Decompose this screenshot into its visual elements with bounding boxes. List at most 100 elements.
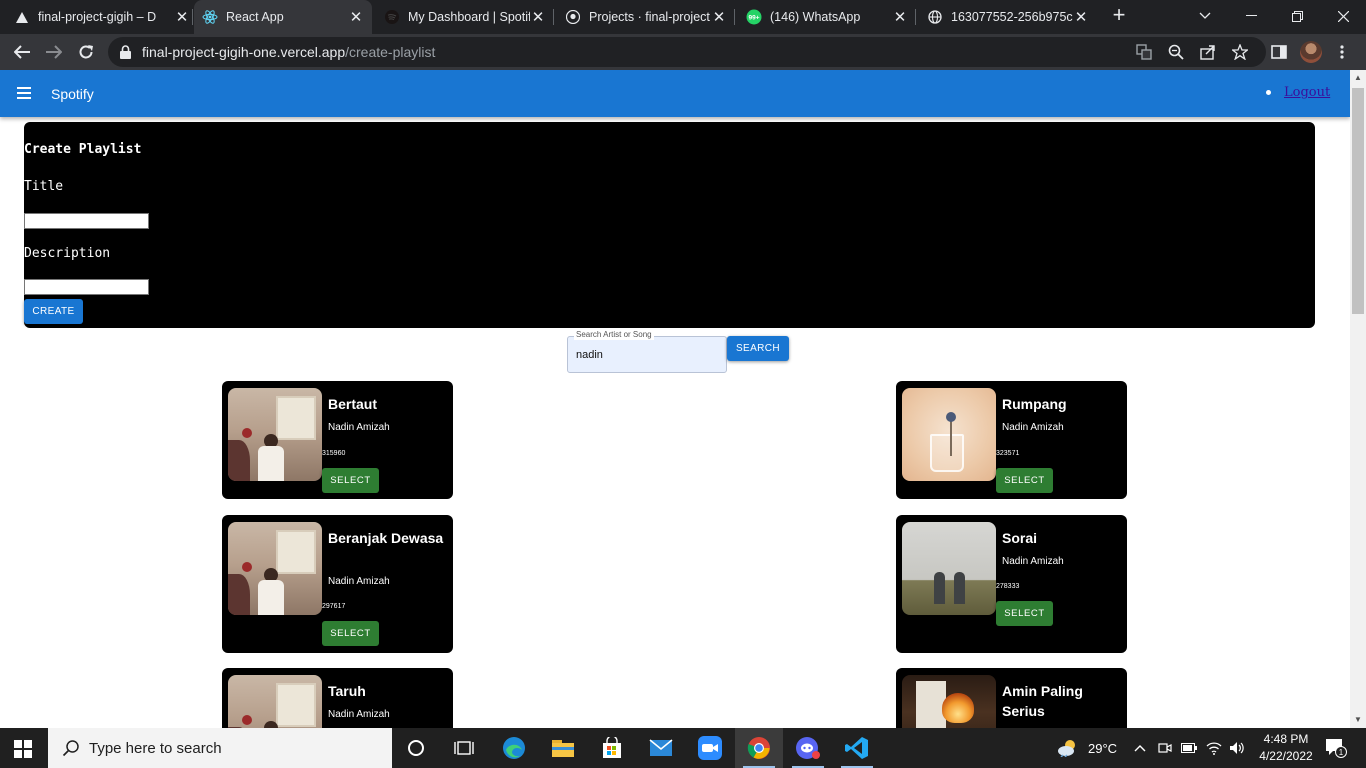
track-card: Bertaut Nadin Amizah 315960 SELECT	[222, 381, 453, 499]
taskbar-search-box[interactable]: Type here to search	[48, 728, 392, 768]
forward-icon[interactable]	[42, 40, 66, 64]
volume-icon[interactable]	[1229, 728, 1245, 768]
close-tab-icon[interactable]: ✕	[1073, 8, 1089, 26]
notification-center-icon[interactable]: 1	[1325, 728, 1347, 768]
track-card: Rumpang Nadin Amizah 323571 SELECT	[896, 381, 1127, 499]
minimize-icon[interactable]	[1228, 0, 1274, 32]
description-label: Description	[24, 246, 111, 261]
task-view-icon[interactable]	[440, 728, 488, 768]
mail-icon[interactable]	[637, 728, 685, 768]
spotify-icon	[384, 9, 400, 25]
description-input[interactable]	[24, 279, 149, 295]
close-window-icon[interactable]	[1320, 0, 1366, 32]
select-button[interactable]: SELECT	[996, 601, 1053, 626]
weather-widget[interactable]: 29°C	[1057, 728, 1117, 768]
browser-tab-title: React App	[226, 10, 284, 24]
scroll-up-icon[interactable]: ▲	[1350, 70, 1366, 86]
track-artist: Nadin Amizah	[328, 576, 390, 587]
zoom-icon[interactable]	[1167, 43, 1185, 61]
track-card: Amin Paling Serius	[896, 668, 1127, 728]
page-scrollbar[interactable]: ▲ ▼	[1350, 70, 1366, 728]
discord-icon[interactable]	[784, 728, 832, 768]
file-explorer-icon[interactable]	[539, 728, 587, 768]
track-title: Beranjak Dewasa	[328, 530, 444, 546]
browser-tab-5[interactable]: 99+ (146) WhatsApp ✕	[746, 0, 908, 34]
hamburger-menu-icon[interactable]	[17, 87, 31, 99]
more-menu-icon[interactable]	[1333, 43, 1351, 61]
tab-separator	[915, 9, 916, 25]
browser-tab-6[interactable]: 163077552-256b975c- ✕	[927, 0, 1089, 34]
browser-tab-2[interactable]: React App ✕	[194, 0, 372, 34]
select-button[interactable]: SELECT	[322, 621, 379, 646]
browser-tab-3[interactable]: My Dashboard | Spotif ✕	[384, 0, 546, 34]
browser-tab-title: (146) WhatsApp	[770, 10, 861, 24]
title-input[interactable]	[24, 213, 149, 229]
track-number: 323571	[996, 450, 1020, 457]
track-artist: Nadin Amizah	[1002, 556, 1064, 567]
track-artist: Nadin Amizah	[328, 422, 390, 433]
search-button[interactable]: SEARCH	[727, 336, 789, 361]
whatsapp-icon: 99+	[746, 9, 762, 25]
close-tab-icon[interactable]: ✕	[530, 8, 546, 26]
select-button[interactable]: SELECT	[996, 468, 1053, 493]
edge-icon[interactable]	[490, 728, 538, 768]
list-bullet	[1266, 90, 1271, 95]
profile-avatar[interactable]	[1300, 41, 1322, 63]
album-art	[902, 522, 996, 615]
track-card: Taruh Nadin Amizah	[222, 668, 453, 728]
meet-now-icon[interactable]	[1158, 728, 1172, 768]
track-title: Sorai	[1002, 530, 1038, 546]
close-tab-icon[interactable]: ✕	[892, 8, 908, 26]
browser-tab-1[interactable]: final-project-gigih – D ✕	[14, 0, 190, 34]
battery-icon[interactable]	[1181, 728, 1197, 768]
reload-icon[interactable]	[74, 40, 98, 64]
app-brand: Spotify	[51, 86, 94, 102]
create-button[interactable]: CREATE	[24, 299, 83, 324]
track-card: Sorai Nadin Amizah 278333 SELECT	[896, 515, 1127, 653]
url-path: /create-playlist	[345, 44, 436, 60]
track-title: Bertaut	[328, 396, 378, 412]
taskbar-clock[interactable]: 4:48 PM 4/22/2022	[1255, 731, 1317, 765]
microsoft-store-icon[interactable]	[588, 728, 636, 768]
address-bar[interactable]: final-project-gigih-one.vercel.app/creat…	[108, 37, 1266, 67]
wifi-icon[interactable]	[1206, 728, 1222, 768]
cortana-icon[interactable]	[392, 728, 440, 768]
show-hidden-icons-icon[interactable]	[1134, 728, 1146, 768]
lock-icon	[120, 45, 134, 59]
browser-toolbar: final-project-gigih-one.vercel.app/creat…	[0, 34, 1366, 70]
close-tab-icon[interactable]: ✕	[348, 8, 364, 26]
track-number: 278333	[996, 583, 1020, 590]
browser-tab-4[interactable]: Projects · final-project ✕	[565, 0, 727, 34]
share-icon[interactable]	[1199, 43, 1217, 61]
restore-icon[interactable]	[1274, 0, 1320, 32]
zoom-app-icon[interactable]	[686, 728, 734, 768]
search-input-label: Search Artist or Song	[574, 330, 654, 340]
browser-tab-title: final-project-gigih – D	[38, 10, 157, 24]
title-label: Title	[24, 179, 64, 194]
side-panel-icon[interactable]	[1270, 43, 1288, 61]
track-number: 315960	[322, 450, 346, 457]
nav-list: Logout	[1266, 85, 1330, 100]
scroll-down-icon[interactable]: ▼	[1350, 712, 1366, 728]
search-input[interactable]: Search Artist or Song nadin	[567, 330, 727, 373]
vscode-icon[interactable]	[833, 728, 881, 768]
scrollbar-thumb[interactable]	[1352, 88, 1364, 314]
windows-start-icon[interactable]	[14, 740, 32, 758]
github-icon	[565, 9, 581, 25]
album-art	[228, 388, 322, 481]
select-button[interactable]: SELECT	[322, 468, 379, 493]
weather-temperature: 29°C	[1088, 740, 1118, 756]
tab-search-icon[interactable]	[1182, 0, 1228, 32]
taskbar-search-placeholder: Type here to search	[89, 739, 222, 757]
new-tab-button[interactable]: +	[1108, 4, 1130, 27]
back-icon[interactable]	[10, 40, 34, 64]
close-tab-icon[interactable]: ✕	[711, 8, 727, 26]
weather-cloud-icon	[1057, 739, 1079, 757]
close-tab-icon[interactable]: ✕	[174, 8, 190, 26]
translate-icon[interactable]	[1135, 43, 1153, 61]
chrome-icon[interactable]	[735, 728, 783, 768]
bookmark-star-icon[interactable]	[1231, 43, 1249, 61]
clock-time: 4:48 PM	[1263, 732, 1309, 746]
svg-text:99+: 99+	[748, 15, 759, 22]
logout-link[interactable]: Logout	[1284, 85, 1330, 100]
